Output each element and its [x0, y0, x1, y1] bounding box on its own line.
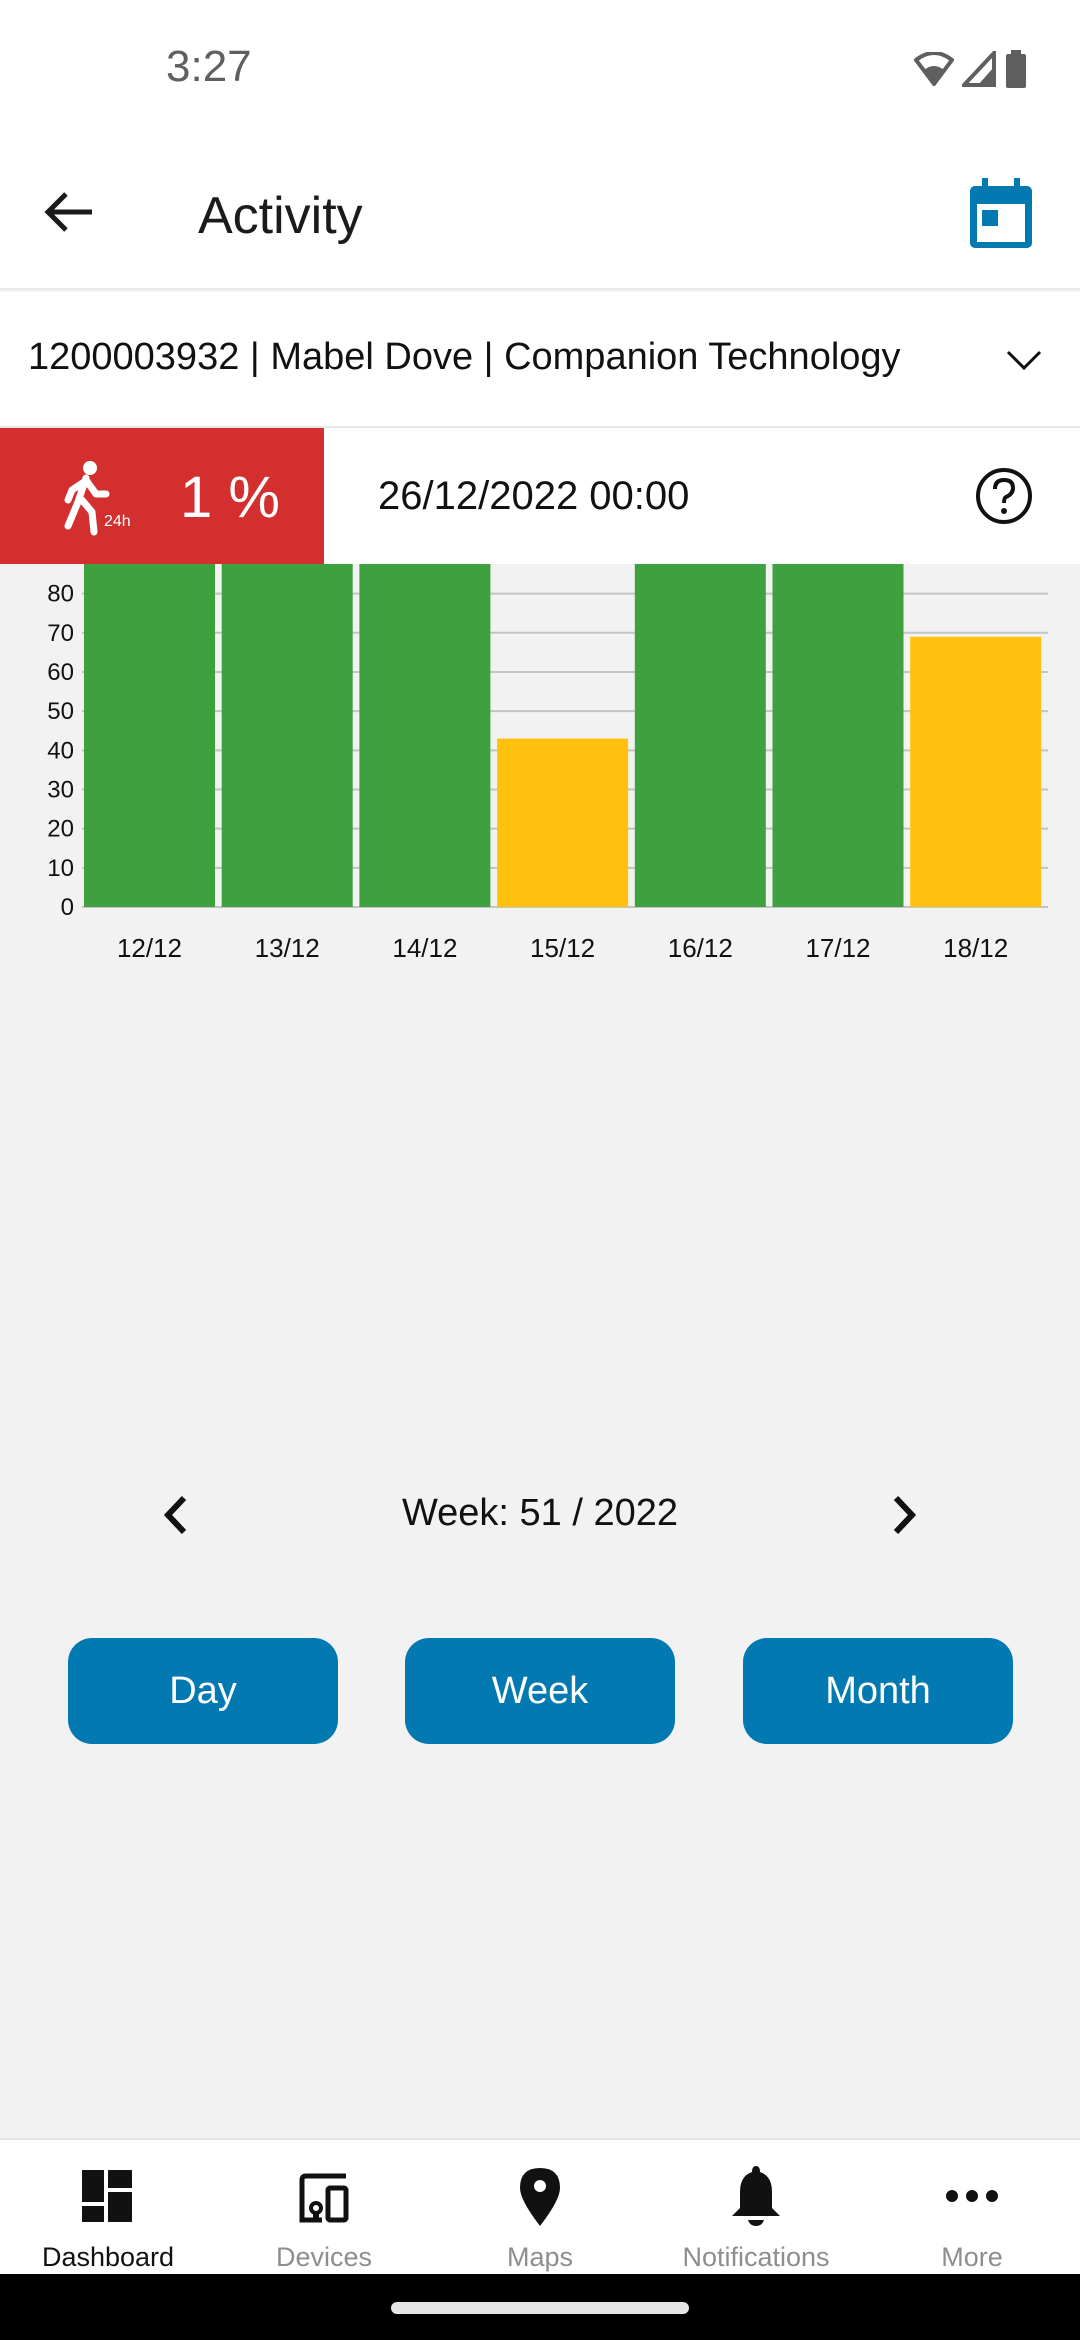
nav-item-more[interactable]: More — [864, 2140, 1080, 2274]
y-tick-label: 0 — [61, 894, 74, 921]
nav-item-notifications[interactable]: Notifications — [648, 2140, 864, 2274]
month-button[interactable]: Month — [743, 1638, 1013, 1744]
client-selector[interactable]: 1200003932 | Mabel Dove | Companion Tech… — [0, 292, 1080, 428]
svg-text:24h: 24h — [104, 513, 131, 530]
chevron-down-icon — [1006, 350, 1042, 371]
activity-score-value: 1 % — [180, 465, 280, 530]
nav-label-devices: Devices — [275, 2242, 373, 2272]
calendar-button[interactable] — [968, 178, 1034, 250]
status-bar: 3:27 — [0, 0, 1080, 140]
bar-18-12[interactable] — [910, 636, 1042, 907]
x-tick-label: 14/12 — [392, 933, 457, 963]
dashboard-icon — [82, 2170, 132, 2222]
nav-label-notifications: Notifications — [682, 2242, 830, 2272]
bell-icon — [732, 2166, 780, 2226]
x-tick-label: 16/12 — [668, 933, 733, 963]
activity-info-row: 24h 1 % 26/12/2022 00:00 — [0, 428, 1080, 564]
x-tick-label: 17/12 — [805, 933, 870, 963]
bar-14-12[interactable] — [359, 564, 491, 907]
map-pin-icon — [520, 2168, 560, 2226]
help-circle-icon — [976, 468, 1032, 524]
battery-icon — [1006, 50, 1026, 88]
client-selector-value: 1200003932 | Mabel Dove | Companion Tech… — [28, 336, 901, 378]
y-tick-label: 50 — [47, 698, 74, 725]
calendar-icon — [970, 178, 1032, 248]
next-week-button[interactable] — [878, 1490, 928, 1540]
wifi-icon — [914, 52, 954, 86]
bar-15-12[interactable] — [497, 738, 629, 907]
nav-label-maps: Maps — [506, 2242, 574, 2272]
x-tick-label: 15/12 — [530, 933, 595, 963]
x-tick-label: 18/12 — [943, 933, 1008, 963]
walking-24h-icon: 24h — [64, 461, 131, 536]
nav-item-dashboard[interactable]: Dashboard — [0, 2140, 216, 2274]
page-title: Activity — [198, 187, 363, 245]
y-tick-label: 60 — [47, 659, 74, 686]
chevron-right-icon — [893, 1495, 917, 1535]
bar-12-12[interactable] — [84, 564, 215, 907]
bar-17-12[interactable] — [772, 564, 904, 907]
nav-item-devices[interactable]: Devices — [216, 2140, 432, 2274]
y-tick-label: 80 — [47, 581, 74, 608]
status-time: 3:27 — [166, 42, 252, 91]
x-tick-label: 13/12 — [255, 933, 320, 963]
week-button[interactable]: Week — [405, 1638, 675, 1744]
y-tick-label: 90 — [47, 564, 74, 568]
devices-icon — [299, 2173, 349, 2223]
x-tick-label: 12/12 — [117, 933, 182, 963]
activity-score-badge: 24h 1 % — [0, 428, 324, 564]
back-button[interactable] — [40, 182, 100, 242]
nav-label-more: More — [941, 2242, 1003, 2272]
status-icons — [914, 50, 1028, 88]
help-button[interactable] — [974, 466, 1034, 526]
system-navigation-bar — [0, 2274, 1080, 2340]
bottom-navigation: Dashboard Devices Maps Notifications Mor… — [0, 2138, 1080, 2274]
y-tick-label: 40 — [47, 737, 74, 764]
y-tick-label: 20 — [47, 816, 74, 843]
bar-16-12[interactable] — [634, 564, 766, 907]
bar-chart-svg: 010203040506070809010011012012/1213/1214… — [47, 564, 1048, 963]
y-tick-label: 70 — [47, 620, 74, 647]
more-horizontal-icon — [946, 2190, 998, 2202]
signal-icon — [962, 51, 996, 87]
bar-13-12[interactable] — [221, 564, 353, 907]
app-bar: Activity — [0, 140, 1080, 290]
y-tick-label: 10 — [47, 855, 74, 882]
week-navigation: Week: 51 / 2022 — [0, 1480, 1080, 1550]
nav-label-dashboard: Dashboard — [41, 2242, 175, 2272]
home-gesture-handle[interactable] — [391, 2302, 689, 2314]
nav-item-maps[interactable]: Maps — [432, 2140, 648, 2274]
day-button[interactable]: Day — [68, 1638, 338, 1744]
arrow-left-icon — [44, 192, 92, 232]
y-tick-label: 30 — [47, 776, 74, 803]
activity-date: 26/12/2022 00:00 — [378, 474, 690, 518]
activity-chart: 010203040506070809010011012012/1213/1214… — [0, 564, 1080, 1444]
